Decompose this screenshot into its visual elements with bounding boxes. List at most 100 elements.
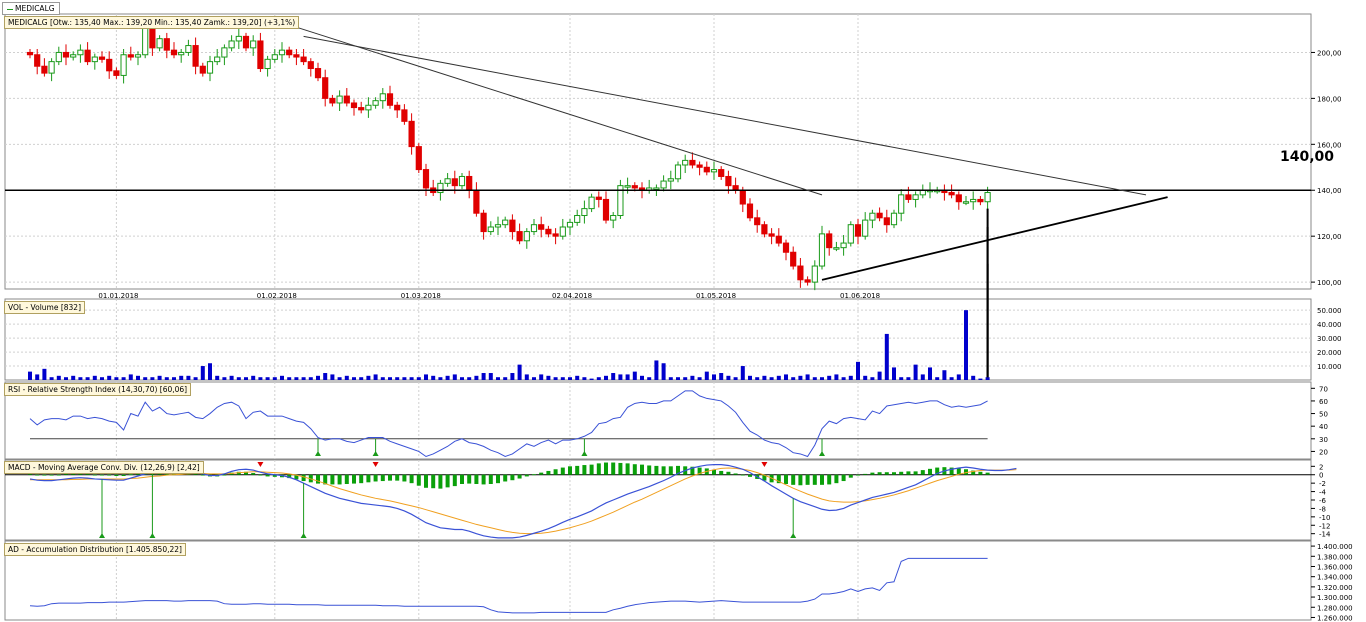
macd-panel-title: MACD - Moving Average Conv. Div. (12,26,… xyxy=(4,461,204,474)
volume-bar xyxy=(784,374,788,380)
volume-bar xyxy=(49,377,54,380)
ad-y-tick-label: 1.260.000 xyxy=(1317,614,1353,622)
x-tick-label: 02.04.2018 xyxy=(552,292,592,300)
symbol-tab[interactable]: MEDICALG xyxy=(2,2,60,15)
volume-bar xyxy=(877,371,882,380)
candle-up xyxy=(214,56,221,63)
macd-y-tick-label: -8 xyxy=(1319,505,1326,513)
candle-down xyxy=(408,120,415,148)
candle-up xyxy=(228,40,235,49)
volume-bar xyxy=(884,333,889,380)
candle-up xyxy=(523,231,530,242)
rsi-panel-title: RSI - Relative Strength Index (14,30,70)… xyxy=(4,383,192,396)
macd-histogram-bar xyxy=(791,474,796,485)
volume-bar xyxy=(496,377,500,380)
macd-histogram-bar xyxy=(503,474,508,482)
macd-histogram-bar xyxy=(35,474,40,476)
candle-down xyxy=(775,235,782,244)
candle-down xyxy=(466,175,473,191)
price-y-tick-label: 200,00 xyxy=(1317,49,1342,57)
vol-y-tick-label: 50.000 xyxy=(1317,307,1342,315)
volume-bar xyxy=(532,377,536,380)
candle-down xyxy=(955,194,962,203)
macd-histogram-bar xyxy=(359,474,364,484)
volume-bar xyxy=(539,374,544,380)
volume-bar xyxy=(524,374,529,380)
macd-histogram-bar xyxy=(928,468,932,475)
volume-bar xyxy=(431,375,436,380)
macd-histogram-bar xyxy=(877,472,882,475)
macd-y-tick-label: -12 xyxy=(1319,522,1330,530)
volume-bar xyxy=(409,377,414,380)
macd-histogram-bar xyxy=(100,474,104,476)
volume-bar xyxy=(395,377,400,380)
candle-down xyxy=(602,198,610,221)
volume-bar xyxy=(654,360,659,380)
macd-histogram-bar xyxy=(546,470,551,475)
macd-histogram-bar xyxy=(748,474,752,477)
candle-up xyxy=(682,159,689,166)
volume-bar xyxy=(229,375,234,380)
candle-up xyxy=(962,201,970,204)
macd-histogram-bar xyxy=(532,474,536,476)
macd-histogram-bar xyxy=(352,474,356,484)
candle-down xyxy=(307,61,314,70)
volume-bar xyxy=(827,375,832,380)
volume-bar xyxy=(56,375,61,380)
candle-down xyxy=(314,68,322,79)
candle-up xyxy=(458,175,466,187)
volume-bar xyxy=(100,377,104,380)
volume-bar xyxy=(604,375,608,380)
vol-y-tick-label: 10.000 xyxy=(1317,363,1342,371)
macd-histogram-bar xyxy=(611,462,616,475)
macd-histogram-bar xyxy=(820,474,824,485)
macd-histogram-bar xyxy=(114,474,119,476)
candle-down xyxy=(473,189,480,214)
macd-histogram-bar xyxy=(467,474,472,484)
volume-bar xyxy=(467,377,472,380)
volume-bar xyxy=(164,377,169,380)
volume-panel-title: VOL - Volume [832] xyxy=(4,301,86,314)
candle-down xyxy=(977,198,984,203)
ad-y-tick-label: 1.340.000 xyxy=(1317,574,1353,582)
macd-y-tick-label: -10 xyxy=(1319,514,1330,522)
volume-bar xyxy=(647,377,652,380)
volume-bar xyxy=(251,375,256,380)
volume-bar xyxy=(452,374,457,380)
candle-down xyxy=(350,102,358,109)
candle-down xyxy=(854,224,862,237)
volume-bar xyxy=(596,377,601,380)
x-tick-label: 01.03.2018 xyxy=(401,292,441,300)
volume-bar xyxy=(712,374,716,380)
ad-y-tick-label: 1.280.000 xyxy=(1317,604,1353,612)
volume-bar xyxy=(359,377,364,380)
candle-down xyxy=(948,192,955,196)
rsi-y-tick-label: 20 xyxy=(1319,448,1328,456)
candle-up xyxy=(278,49,286,56)
volume-bar xyxy=(128,374,133,380)
macd-y-tick-label: 0 xyxy=(1319,472,1323,480)
macd-histogram-bar xyxy=(301,474,306,482)
candle-down xyxy=(826,233,833,249)
macd-histogram-bar xyxy=(409,474,414,484)
macd-histogram-bar xyxy=(258,474,263,476)
candle-down xyxy=(509,219,516,233)
candle-up xyxy=(581,208,588,217)
chart-canvas: 01.01.2018 01.02.2018 01.03.2018 02.04.2018… xyxy=(0,0,1366,622)
volume-bar xyxy=(215,375,220,380)
macd-histogram-bar xyxy=(913,471,918,475)
candle-up xyxy=(811,265,818,283)
macd-histogram-bar xyxy=(784,474,788,484)
volume-bar xyxy=(64,377,68,380)
macd-histogram-bar xyxy=(604,462,608,475)
volume-bar xyxy=(582,377,587,380)
volume-bar xyxy=(157,375,162,380)
volume-bar xyxy=(179,375,184,380)
volume-bar xyxy=(690,375,695,380)
macd-histogram-bar xyxy=(827,474,832,485)
volume-bar xyxy=(337,377,342,380)
candle-down xyxy=(293,54,300,58)
price-y-tick-label: 180,00 xyxy=(1317,95,1342,103)
volume-bar xyxy=(956,374,961,380)
volume-bar xyxy=(474,375,479,380)
